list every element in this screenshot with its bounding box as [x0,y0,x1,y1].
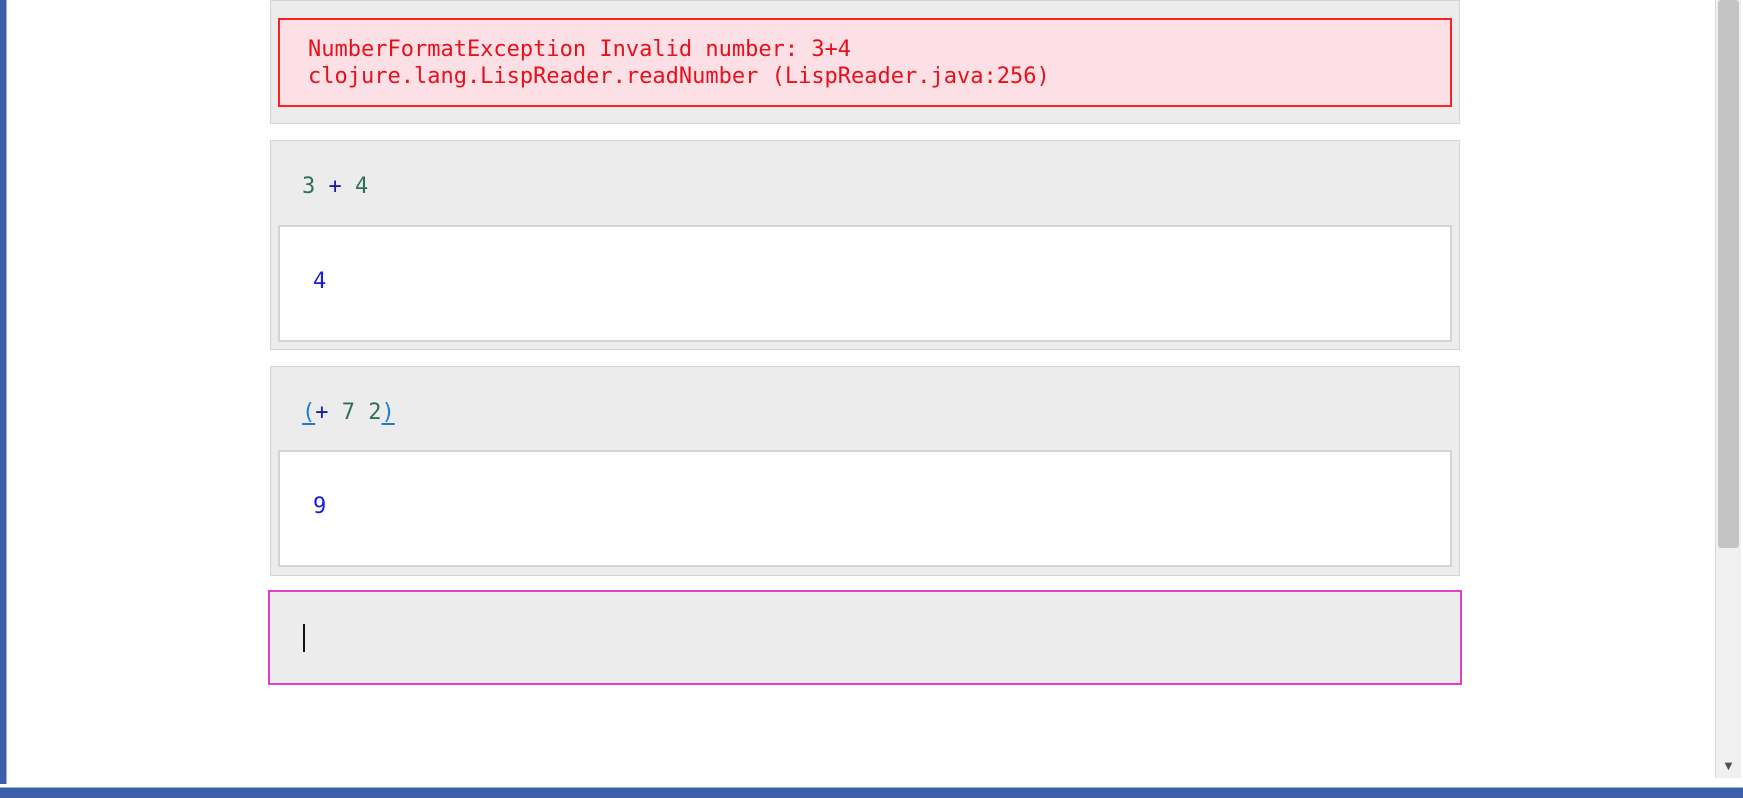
code-number: 4 [355,174,369,199]
error-message: NumberFormatException Invalid number: 3+… [278,18,1452,107]
close-paren: ) [381,400,395,425]
error-line-1: NumberFormatException Invalid number: 3+… [308,37,852,62]
cell-input[interactable]: 3 + 4 [302,174,368,199]
code-number: 7 [341,400,355,425]
active-input-cell[interactable] [268,590,1462,685]
vertical-scrollbar[interactable]: ▼ [1715,0,1741,778]
scroll-down-icon[interactable]: ▼ [1716,758,1741,774]
code-number: 3 [302,174,316,199]
code-operator: + [315,400,342,425]
code-number: 2 [368,400,382,425]
window-bottom-border [0,787,1743,798]
output-value: 4 [313,269,327,294]
open-paren: ( [302,400,316,425]
window-left-border [0,0,7,784]
repl-cell[interactable]: (+ 7 2) 9 [270,366,1460,576]
text-caret [303,624,305,652]
code-operator: + [315,174,355,199]
output-value: 9 [313,494,327,519]
cell-output: 9 [278,450,1452,567]
scrollbar-thumb[interactable] [1718,0,1739,548]
error-line-2: clojure.lang.LispReader.readNumber (Lisp… [308,64,1050,89]
cell-input[interactable]: (+ 7 2) [302,400,395,425]
error-cell: NumberFormatException Invalid number: 3+… [270,0,1460,124]
repl-cell[interactable]: 3 + 4 4 [270,140,1460,350]
cell-output: 4 [278,225,1452,342]
